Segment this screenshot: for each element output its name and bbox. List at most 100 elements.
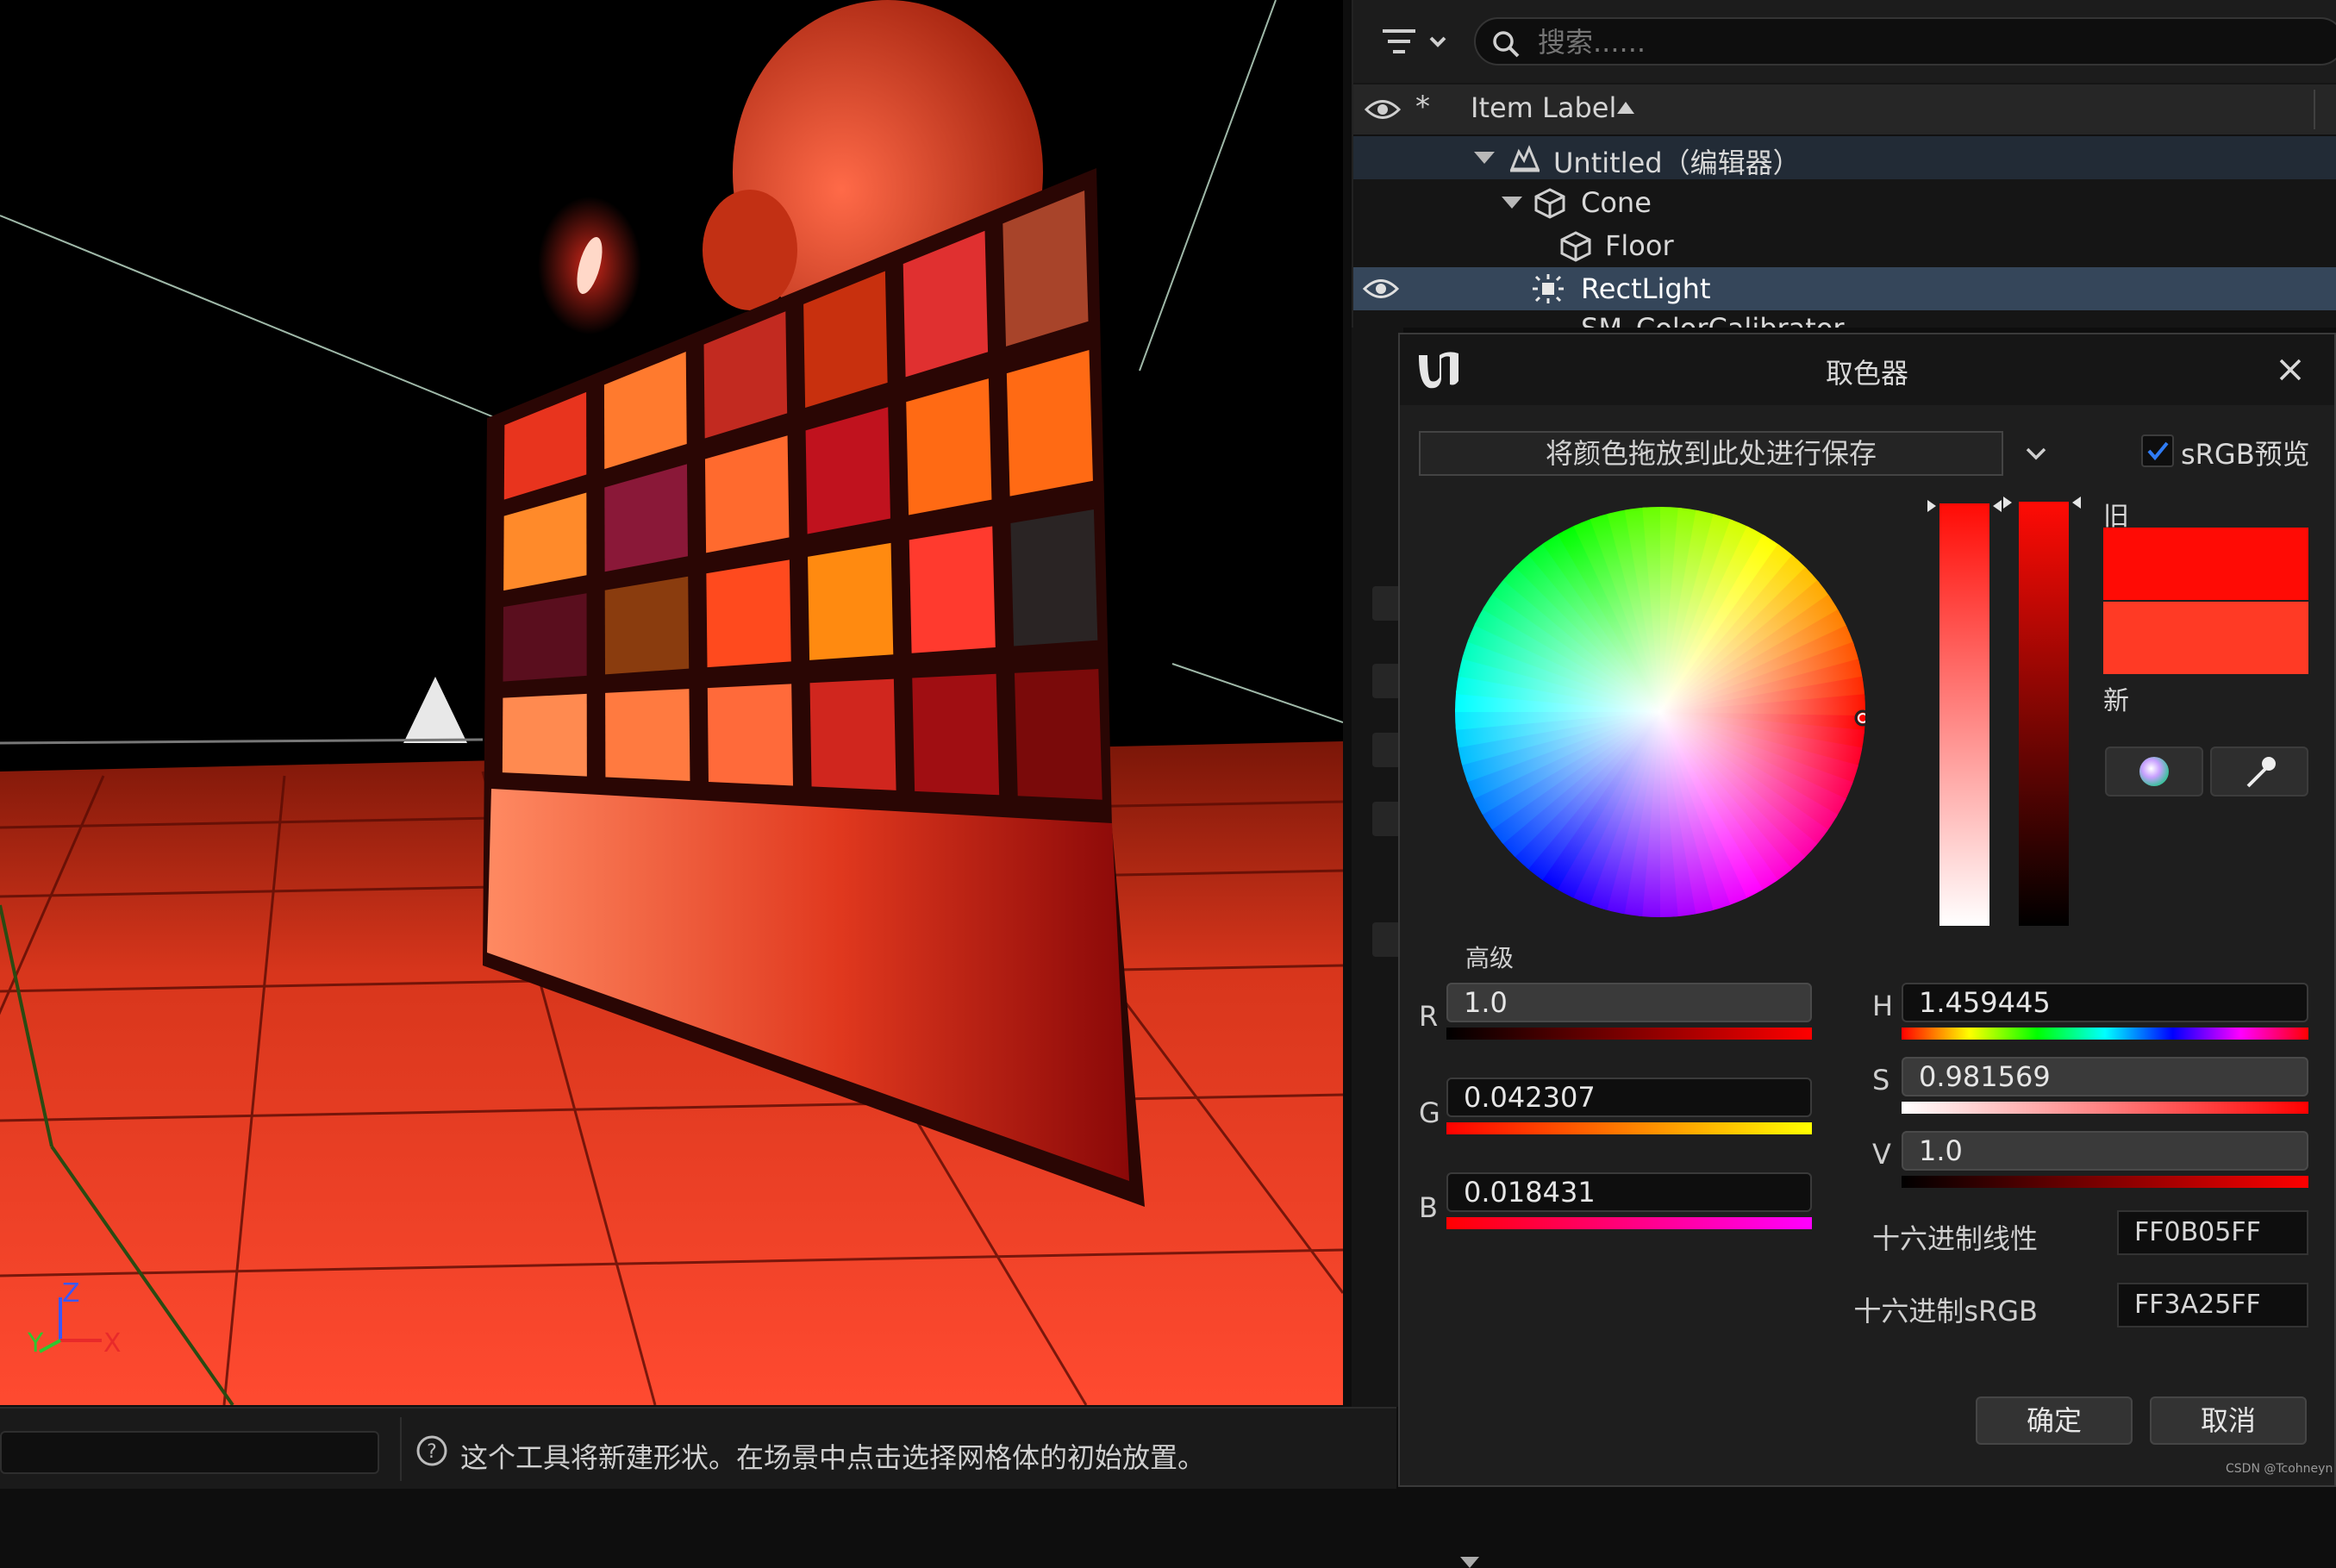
calibrator-swatch [1014,669,1102,800]
color-wheel-mode-button[interactable] [2105,747,2203,796]
v-value-field[interactable]: 1.0 [1902,1131,2308,1171]
help-icon[interactable]: ? [415,1434,448,1467]
hex-srgb-field[interactable]: FF3A25FF [2117,1283,2308,1327]
r-value-field[interactable]: 1.0 [1446,983,1812,1022]
calibrator-swatch [1010,509,1098,647]
chevron-down-icon[interactable] [1474,152,1495,164]
hex-srgb-label: 十六进制sRGB [1853,1295,2038,1327]
g-value-field[interactable]: 0.042307 [1446,1078,1812,1117]
static-mesh-icon [1560,231,1591,262]
outliner-item-label: SM_ColorCalibrator [1581,312,1845,328]
outliner-row-calibrator[interactable]: SM_ColorCalibrator [1353,310,2336,328]
r-channel-label: R [1419,1000,1439,1033]
column-separator[interactable] [2314,90,2315,129]
status-bar: ? 这个工具将新建形状。在场景中点击选择网格体的初始放置。 [0,1407,1396,1489]
cancel-button[interactable]: 取消 [2150,1396,2307,1445]
sort-ascending-icon [1617,102,1634,114]
search-input[interactable] [1536,24,2315,60]
calibrator-swatch [605,689,690,782]
color-wheel-icon [2139,757,2169,786]
color-picker-dialog: 取色器 将颜色拖放到此处进行保存 sRGB预览 旧 新 高级 R 1.0 G 0… [1398,333,2336,1568]
s-gradient-bar[interactable] [1902,1102,2308,1114]
outliner-item-label: RectLight [1581,272,1711,305]
color-wheel[interactable] [1455,507,1865,917]
value-slider[interactable] [2002,495,2083,934]
sphere-mesh [703,190,797,310]
eyedropper-button[interactable] [2210,747,2308,796]
ok-button[interactable]: 确定 [1976,1396,2133,1445]
b-gradient-bar[interactable] [1446,1217,1812,1229]
level-viewport[interactable]: Z X Y [0,0,1343,1405]
g-gradient-bar[interactable] [1446,1122,1812,1134]
color-drop-zone[interactable]: 将颜色拖放到此处进行保存 [1419,431,2003,476]
chevron-down-icon[interactable] [2021,438,2052,469]
rect-light-icon [1533,274,1564,303]
outliner-panel: * Item Label Untitled（编辑器） Cone Floor [1352,0,2336,328]
new-color-label: 新 [2103,686,2129,716]
checkmark-icon [2147,441,2169,461]
calibrator-swatch [604,576,690,675]
outliner-item-label: Floor [1605,229,1674,262]
calibrator-swatch [808,542,894,660]
dialog-titlebar[interactable]: 取色器 [1400,334,2334,405]
r-gradient-bar[interactable] [1446,1028,1812,1040]
calibrator-swatch [912,673,1000,796]
eyedropper-icon [2246,757,2276,788]
dialog-title: 取色器 [1825,357,1908,390]
outliner-row-untitled[interactable]: Untitled（编辑器） [1353,136,2336,179]
details-tab[interactable] [1372,922,1402,957]
v-gradient-bar[interactable] [1902,1176,2308,1188]
viewport-scene[interactable]: Z X Y [0,0,1343,1405]
close-icon[interactable] [2270,350,2310,390]
calibrator-swatch [1006,349,1093,497]
static-mesh-icon [1534,188,1565,219]
h-channel-label: H [1872,990,1894,1022]
new-color-swatch [2103,602,2308,674]
hex-linear-label: 十六进制线性 [1871,1222,2038,1255]
chevron-down-icon[interactable] [1502,197,1522,209]
filter-icon[interactable] [1377,21,1455,66]
axis-z-label: Z [62,1278,80,1309]
details-panel-edge [1352,328,1403,1407]
outliner-search[interactable] [1474,17,2336,66]
hex-linear-field[interactable]: FF0B05FF [2117,1210,2308,1255]
saturation-slider[interactable] [1924,495,2005,934]
star-icon[interactable]: * [1415,90,1430,124]
srgb-preview-checkbox[interactable] [2141,434,2174,467]
console-input[interactable] [0,1431,379,1474]
calibrator-swatch [909,526,996,653]
calibrator-swatch [503,593,587,682]
s-channel-label: S [1872,1064,1890,1096]
old-color-swatch[interactable] [2103,528,2308,600]
svg-text:?: ? [427,1441,437,1463]
calibrator-swatch [906,378,992,515]
status-divider [400,1417,402,1481]
eye-icon[interactable] [1364,95,1402,124]
details-tab[interactable] [1372,802,1402,836]
status-message: 这个工具将新建形状。在场景中点击选择网格体的初始放置。 [460,1441,1206,1474]
watermark: CSDN @Tcohneyn [2226,1462,2333,1476]
srgb-preview-label: sRGB预览 [2181,438,2310,471]
outliner-header: * Item Label [1353,84,2336,136]
calibrator-swatch [502,693,587,777]
h-gradient-bar[interactable] [1902,1028,2308,1040]
outliner-row-cone[interactable]: Cone [1353,181,2336,224]
details-tab[interactable] [1372,664,1402,698]
h-value-field[interactable]: 1.459445 [1902,983,2308,1022]
eye-icon[interactable] [1362,272,1400,305]
b-value-field[interactable]: 0.018431 [1446,1172,1812,1212]
outliner-item-label: Cone [1581,186,1652,219]
details-tab[interactable] [1372,733,1402,767]
outliner-row-floor[interactable]: Floor [1353,224,2336,267]
outliner-toolbar [1353,0,2336,83]
v-channel-label: V [1872,1138,1891,1171]
search-icon [1493,31,1520,58]
details-tab[interactable] [1372,586,1402,621]
calibrator-swatch [809,678,896,790]
s-value-field[interactable]: 0.981569 [1902,1057,2308,1096]
advanced-section-label: 高级 [1465,944,1515,972]
item-label-column-header[interactable]: Item Label [1471,91,1616,124]
outliner-item-label: Untitled（编辑器） [1553,147,1801,179]
calibrator-swatch [707,684,794,786]
outliner-row-rectlight[interactable]: RectLight [1353,267,2336,310]
